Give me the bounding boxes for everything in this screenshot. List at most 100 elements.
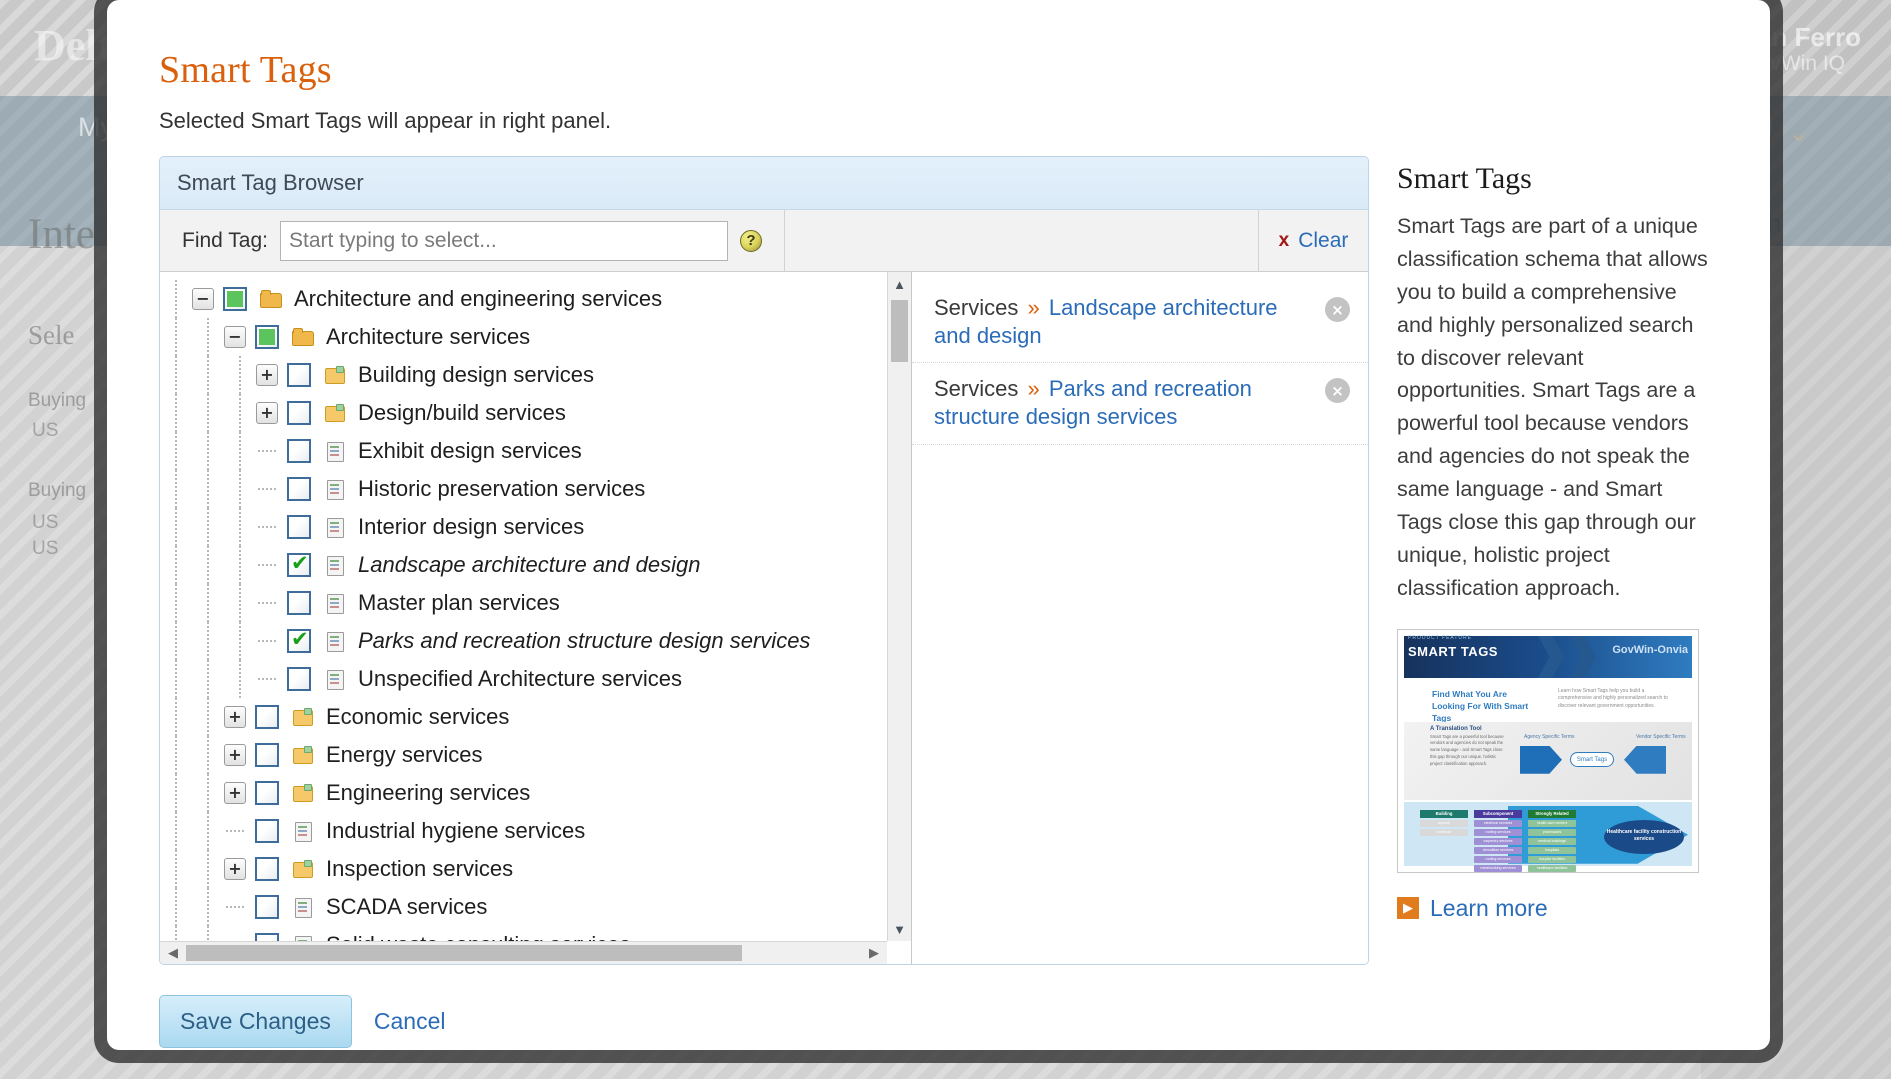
- collapse-icon[interactable]: −: [192, 288, 214, 310]
- background-check-2: US: [32, 512, 58, 534]
- save-button[interactable]: Save Changes: [159, 995, 352, 1048]
- tree-node-label[interactable]: SCADA services: [326, 894, 487, 920]
- infographic-title: SMART TAGS: [1408, 644, 1498, 659]
- infographic-chip: medical buildings: [1528, 838, 1576, 845]
- folder-icon: [292, 859, 314, 879]
- horizontal-scrollbar[interactable]: ◀ ▶: [160, 941, 887, 964]
- expand-icon[interactable]: +: [224, 782, 246, 804]
- tree-node[interactable]: Interior design services: [160, 508, 887, 546]
- expand-icon[interactable]: +: [256, 364, 278, 386]
- scroll-left-icon[interactable]: ◀: [162, 942, 184, 964]
- tree-indent-guide: [160, 622, 192, 660]
- tree-node[interactable]: Parks and recreation structure design se…: [160, 622, 887, 660]
- tree-indent-guide: [192, 812, 224, 850]
- infographic-chip: healthcare facilities: [1528, 865, 1576, 872]
- cancel-button[interactable]: Cancel: [374, 1008, 446, 1035]
- dialog-content: Smart Tags Selected Smart Tags will appe…: [107, 0, 1770, 1048]
- remove-tag-icon[interactable]: ×: [1325, 297, 1350, 322]
- tree-node[interactable]: Industrial hygiene services: [160, 812, 887, 850]
- browser-header: Smart Tag Browser: [160, 157, 1368, 210]
- tree-node-label[interactable]: Exhibit design services: [358, 438, 582, 464]
- smart-tags-infographic[interactable]: PRODUCT FEATURE SMART TAGS GovWin-Onvia …: [1397, 629, 1699, 873]
- tree-node-checkbox[interactable]: [287, 667, 311, 691]
- help-icon[interactable]: ?: [740, 230, 762, 252]
- tree-node-checkbox[interactable]: [287, 477, 311, 501]
- tree-node-label[interactable]: Historic preservation services: [358, 476, 645, 502]
- tree-node-checkbox[interactable]: [287, 363, 311, 387]
- selected-tags-panel: Services » Landscape architecture and de…: [912, 272, 1368, 964]
- tree-node[interactable]: Exhibit design services: [160, 432, 887, 470]
- tree-node-checkbox[interactable]: [255, 743, 279, 767]
- tree-node[interactable]: Landscape architecture and design: [160, 546, 887, 584]
- tree-node-checkbox[interactable]: [255, 705, 279, 729]
- tree-node[interactable]: Historic preservation services: [160, 470, 887, 508]
- tree-node-checkbox[interactable]: [287, 591, 311, 615]
- tree-node-checkbox[interactable]: [223, 287, 247, 311]
- tree-node-label[interactable]: Architecture services: [326, 324, 530, 350]
- scroll-up-icon[interactable]: ▲: [888, 274, 911, 294]
- tree-node[interactable]: + Inspection services: [160, 850, 887, 888]
- expand-icon[interactable]: +: [256, 402, 278, 424]
- tree-node-checkbox[interactable]: [255, 895, 279, 919]
- background-check-1: US: [32, 420, 58, 442]
- tree-node[interactable]: + Building design services: [160, 356, 887, 394]
- vertical-scrollbar-thumb[interactable]: [891, 300, 908, 362]
- infographic-chip: replace: [1420, 820, 1468, 827]
- tree-node-label[interactable]: Parks and recreation structure design se…: [358, 628, 810, 654]
- tree-node[interactable]: − Architecture services: [160, 318, 887, 356]
- tree-node-label[interactable]: Architecture and engineering services: [294, 286, 662, 312]
- scroll-down-icon[interactable]: ▼: [888, 919, 911, 939]
- tree-node-label[interactable]: Engineering services: [326, 780, 530, 806]
- clear-button[interactable]: x Clear: [1258, 210, 1368, 271]
- tree-node-checkbox[interactable]: [255, 933, 279, 941]
- tree-node[interactable]: + Energy services: [160, 736, 887, 774]
- tree-node-label[interactable]: Inspection services: [326, 856, 513, 882]
- tree-node-checkbox[interactable]: [287, 553, 311, 577]
- tree-node-checkbox[interactable]: [287, 629, 311, 653]
- tree-indent-guide: [160, 736, 192, 774]
- expand-icon[interactable]: +: [224, 706, 246, 728]
- tree-node-label[interactable]: Interior design services: [358, 514, 584, 540]
- document-icon: [292, 897, 314, 917]
- tree-indent-guide: [160, 280, 192, 318]
- tree-node-label[interactable]: Unspecified Architecture services: [358, 666, 682, 692]
- tree-indent-guide: [224, 508, 256, 546]
- vertical-scrollbar[interactable]: ▲ ▼: [887, 272, 911, 941]
- remove-tag-icon[interactable]: ×: [1325, 378, 1350, 403]
- search-input[interactable]: [280, 221, 728, 261]
- expand-icon[interactable]: +: [224, 744, 246, 766]
- infographic-chip: health care centers: [1528, 820, 1576, 827]
- tree-node[interactable]: Solid waste consulting services: [160, 926, 887, 941]
- collapse-icon[interactable]: −: [224, 326, 246, 348]
- tree-node-label[interactable]: Energy services: [326, 742, 483, 768]
- tree-node-label[interactable]: Economic services: [326, 704, 509, 730]
- tree-node[interactable]: SCADA services: [160, 888, 887, 926]
- learn-more-link[interactable]: ▶ Learn more: [1397, 895, 1712, 922]
- tree-indent-guide: [160, 660, 192, 698]
- tree-node-label[interactable]: Landscape architecture and design: [358, 552, 700, 578]
- tree-node-checkbox[interactable]: [287, 439, 311, 463]
- tree-node[interactable]: + Design/build services: [160, 394, 887, 432]
- breadcrumb-separator-icon: »: [1018, 295, 1048, 320]
- expand-icon[interactable]: +: [224, 858, 246, 880]
- tree-node-label[interactable]: Building design services: [358, 362, 594, 388]
- tree-node-label[interactable]: Solid waste consulting services: [326, 932, 630, 941]
- tree-node-checkbox[interactable]: [255, 857, 279, 881]
- tree-node-label[interactable]: Master plan services: [358, 590, 560, 616]
- tree-node-label[interactable]: Industrial hygiene services: [326, 818, 585, 844]
- tree-node[interactable]: Master plan services: [160, 584, 887, 622]
- tree-node[interactable]: Unspecified Architecture services: [160, 660, 887, 698]
- tree-node-label[interactable]: Design/build services: [358, 400, 566, 426]
- tree-indent-guide: [160, 432, 192, 470]
- tree-node[interactable]: + Economic services: [160, 698, 887, 736]
- tree-node-checkbox[interactable]: [287, 515, 311, 539]
- tree-node[interactable]: + Engineering services: [160, 774, 887, 812]
- tree-node-checkbox[interactable]: [255, 781, 279, 805]
- infographic-chip: carpentry services: [1474, 838, 1522, 845]
- tree-node-checkbox[interactable]: [255, 819, 279, 843]
- tree-node-checkbox[interactable]: [255, 325, 279, 349]
- horizontal-scrollbar-thumb[interactable]: [186, 945, 742, 961]
- tree-node-checkbox[interactable]: [287, 401, 311, 425]
- tree-node[interactable]: − Architecture and engineering services: [160, 280, 887, 318]
- scroll-right-icon[interactable]: ▶: [863, 942, 885, 964]
